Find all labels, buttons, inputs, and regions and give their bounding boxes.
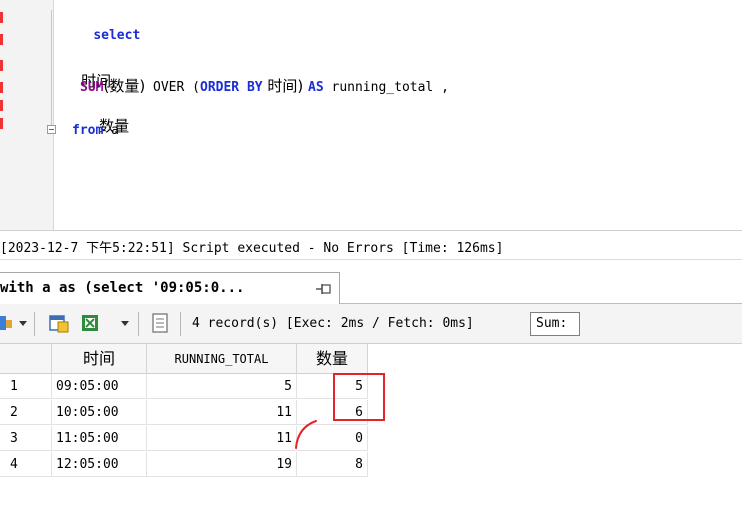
column-header-qty[interactable]: 数量 bbox=[297, 344, 368, 374]
toolbar-separator bbox=[34, 312, 35, 336]
keyword-order-by: ORDER BY bbox=[200, 80, 263, 95]
sum-label: Sum: bbox=[536, 316, 568, 331]
row-number: 2 bbox=[0, 400, 52, 425]
result-tab[interactable]: with a as (select '09:05:0... bbox=[0, 272, 340, 304]
line-marker bbox=[0, 118, 3, 129]
cell-time[interactable]: 12:05:00 bbox=[52, 452, 147, 477]
keyword-from: from bbox=[72, 123, 104, 138]
cell-running-total[interactable]: 19 bbox=[147, 452, 297, 477]
fold-guide bbox=[51, 10, 52, 125]
row-number: 1 bbox=[0, 374, 52, 399]
code-line-5: from a bbox=[72, 122, 119, 140]
column-header-time[interactable]: 时间 bbox=[52, 344, 147, 374]
function-sum: SUM bbox=[80, 80, 104, 95]
cell-time[interactable]: 10:05:00 bbox=[52, 400, 147, 425]
row-number-header bbox=[0, 344, 52, 374]
result-toolbar: 4 record(s) [Exec: 2ms / Fetch: 0ms] Sum… bbox=[0, 304, 742, 344]
execution-message: [2023-12-7 下午5:22:51] Script executed - … bbox=[0, 241, 504, 256]
keyword-as: AS bbox=[308, 80, 324, 95]
sql-editor[interactable]: select 时间, SUM(数量) OVER (ORDER BY 时间) AS… bbox=[0, 0, 742, 230]
record-status: 4 record(s) [Exec: 2ms / Fetch: 0ms] bbox=[192, 316, 474, 331]
notes-icon[interactable] bbox=[150, 312, 170, 334]
cell-qty[interactable]: 8 bbox=[297, 452, 368, 477]
refresh-icon[interactable] bbox=[0, 314, 14, 332]
message-bar: [2023-12-7 下午5:22:51] Script executed - … bbox=[0, 230, 742, 260]
table-row[interactable]: 4 12:05:00 19 8 bbox=[0, 452, 368, 477]
grid-header: 时间 RUNNING_TOTAL 数量 bbox=[0, 344, 368, 374]
fold-toggle-icon[interactable] bbox=[47, 125, 56, 134]
cell-running-total[interactable]: 11 bbox=[147, 426, 297, 451]
excel-icon[interactable] bbox=[80, 312, 102, 334]
cell-running-total[interactable]: 11 bbox=[147, 400, 297, 425]
sum-field[interactable]: Sum: bbox=[530, 312, 580, 336]
row-number: 4 bbox=[0, 452, 52, 477]
table-name: a bbox=[103, 123, 119, 138]
chevron-down-icon[interactable] bbox=[18, 320, 28, 328]
line-marker bbox=[0, 34, 3, 45]
cell-time[interactable]: 09:05:00 bbox=[52, 374, 147, 399]
row-number: 3 bbox=[0, 426, 52, 451]
code-line-3: SUM(数量) OVER (ORDER BY 时间) AS running_to… bbox=[80, 77, 449, 97]
chevron-down-icon[interactable] bbox=[120, 320, 130, 328]
column-header-running-total[interactable]: RUNNING_TOTAL bbox=[147, 344, 297, 374]
result-tab-title: with a as (select '09:05:0... bbox=[0, 280, 245, 296]
toolbar-separator bbox=[180, 312, 181, 336]
order-column: 时间) bbox=[262, 77, 309, 95]
annotation-stroke bbox=[295, 420, 317, 449]
cell-running-total[interactable]: 5 bbox=[147, 374, 297, 399]
cell-time[interactable]: 11:05:00 bbox=[52, 426, 147, 451]
line-gutter bbox=[0, 0, 56, 230]
line-marker bbox=[0, 60, 3, 71]
result-tab-strip: with a as (select '09:05:0... bbox=[0, 270, 742, 304]
sum-argument: (数量) bbox=[103, 77, 146, 95]
alias-running-total: running_total , bbox=[323, 80, 449, 95]
annotation-highlight-box bbox=[333, 373, 385, 421]
export-icon[interactable] bbox=[48, 312, 70, 334]
over-clause: OVER ( bbox=[145, 80, 200, 95]
line-marker bbox=[0, 82, 3, 93]
toolbar-separator bbox=[138, 312, 139, 336]
pin-icon[interactable] bbox=[316, 283, 332, 295]
table-row[interactable]: 1 09:05:00 5 5 bbox=[0, 374, 368, 399]
line-marker bbox=[0, 12, 3, 23]
line-marker bbox=[0, 100, 3, 111]
keyword-select: select bbox=[93, 28, 141, 43]
